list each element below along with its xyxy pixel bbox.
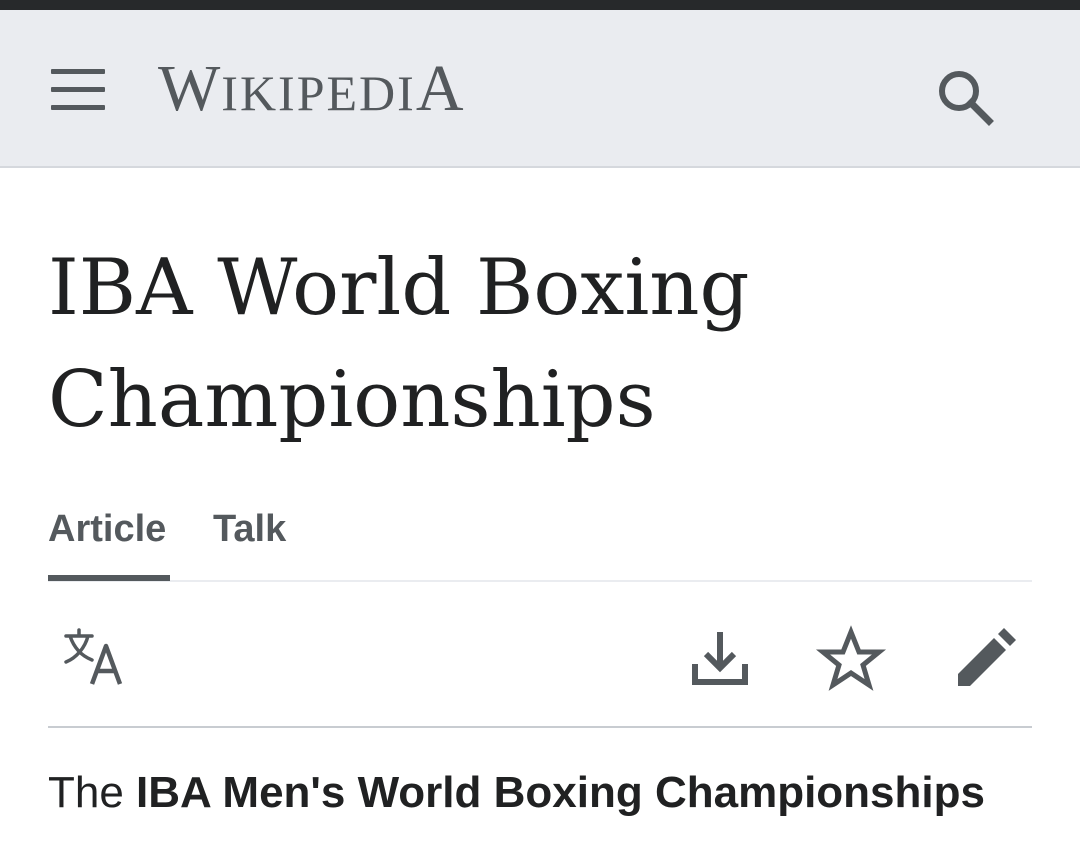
hamburger-menu-icon-bar: [51, 87, 105, 92]
edit-button[interactable]: [948, 624, 1020, 696]
lead-prefix: The: [48, 768, 137, 817]
download-button[interactable]: [684, 624, 756, 696]
language-button[interactable]: [58, 624, 130, 696]
namespace-tabs: Article Talk: [48, 500, 1032, 582]
download-icon: [692, 632, 748, 685]
tab-article[interactable]: Article: [48, 506, 166, 552]
page-actions-bar: [48, 600, 1032, 728]
hamburger-menu-icon: [51, 69, 105, 74]
wordmark-last-letter: A: [415, 52, 465, 125]
wordmark-middle-letters: IKIPEDI: [221, 65, 416, 121]
lead-paragraph: The IBA Men's World Boxing Championships: [48, 764, 1038, 822]
top-header: WIKIPEDIA: [0, 10, 1080, 168]
selected-tab-indicator: [48, 575, 170, 581]
wikipedia-wordmark[interactable]: WIKIPEDIA: [158, 54, 465, 124]
search-button[interactable]: [930, 62, 1000, 132]
wordmark-first-letter: W: [158, 52, 222, 125]
search-icon: [939, 71, 994, 126]
watch-star-button[interactable]: [815, 624, 887, 696]
main-menu-button[interactable]: [44, 60, 112, 118]
hamburger-menu-icon-bar: [51, 105, 105, 110]
translate-language-icon: [64, 628, 123, 685]
status-bar-edge: [0, 0, 1080, 10]
lead-bold-term: IBA Men's World Boxing Championships: [136, 768, 985, 817]
pencil-edit-icon: [958, 628, 1016, 686]
tab-talk[interactable]: Talk: [213, 506, 286, 552]
star-icon: [815, 625, 887, 691]
page-title: IBA World Boxing Championships: [48, 243, 750, 445]
